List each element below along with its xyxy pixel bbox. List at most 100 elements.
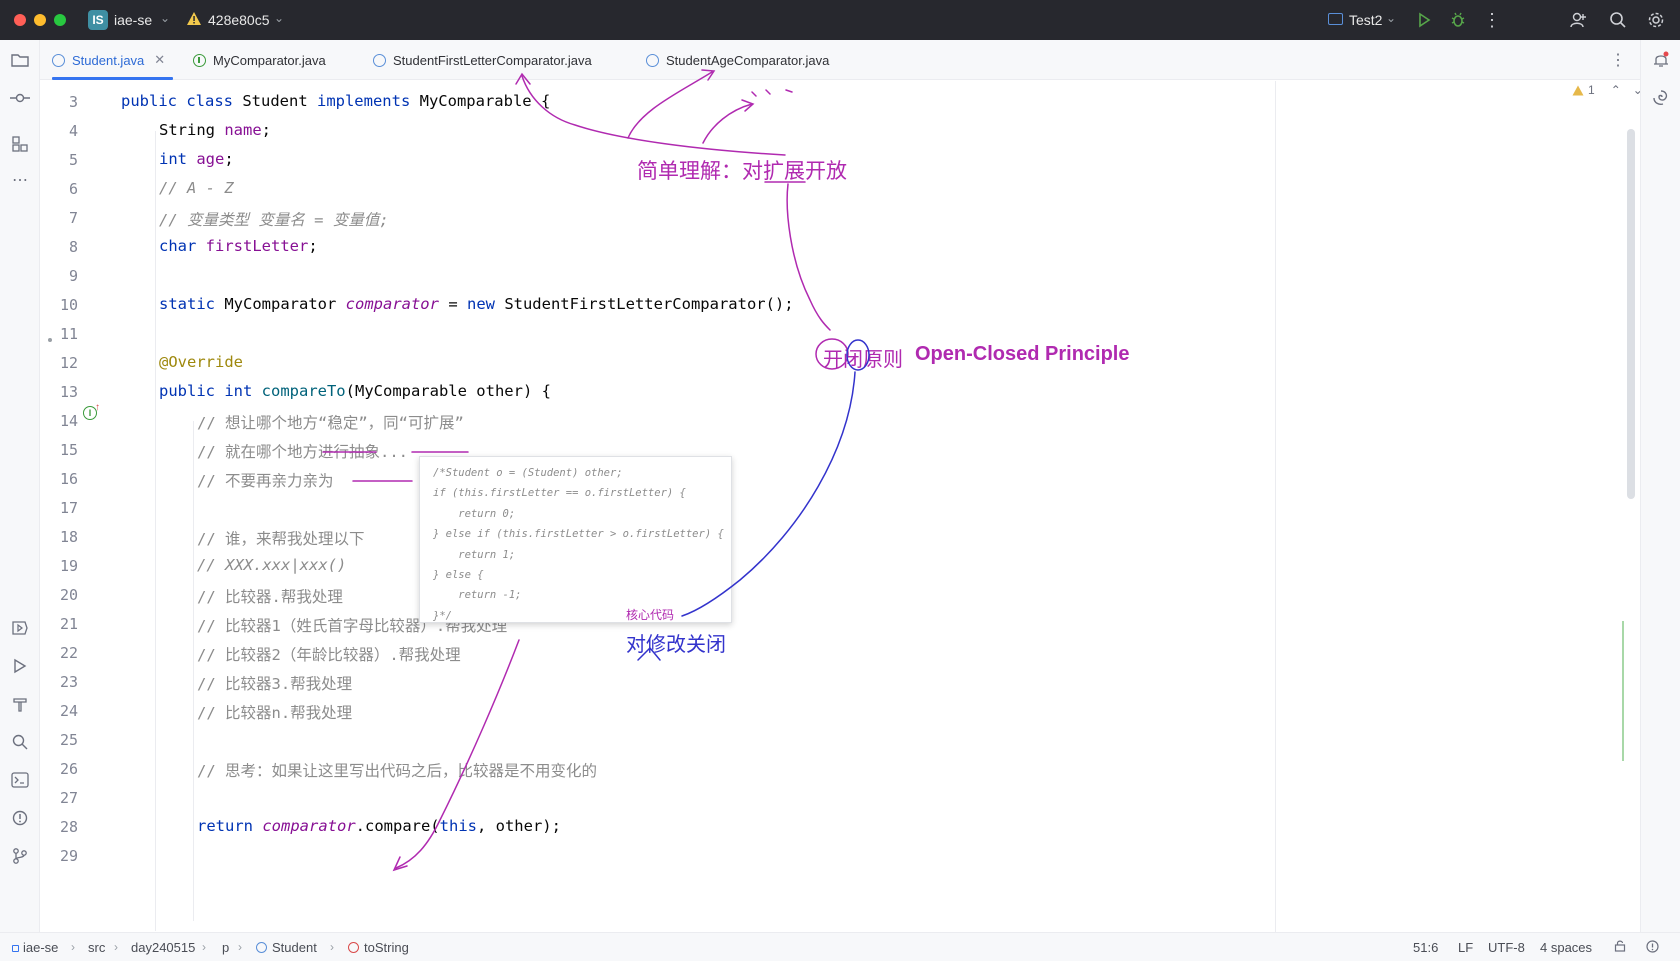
more-tools-icon[interactable]: ⋯	[8, 168, 32, 192]
indent-setting[interactable]: 4 spaces	[1540, 940, 1592, 955]
file-encoding[interactable]: UTF-8	[1488, 940, 1525, 955]
ai-assistant-icon[interactable]	[1649, 86, 1673, 110]
vcs-branch-selector[interactable]: 428e80c5	[208, 12, 270, 28]
breadcrumb-subpackage[interactable]: p	[222, 940, 229, 955]
services-icon[interactable]	[8, 616, 32, 640]
tab-label: StudentFirstLetterComparator.java	[393, 52, 592, 68]
line-number: 19	[59, 557, 78, 575]
project-badge[interactable]: IS	[88, 10, 108, 30]
run-config-icon	[1328, 13, 1343, 25]
project-selector[interactable]: iae-se	[114, 12, 152, 28]
problems-status-icon[interactable]	[1646, 940, 1659, 956]
magnifier-icon	[12, 734, 28, 750]
tab-label: StudentAgeComparator.java	[666, 52, 830, 68]
zoom-window-button[interactable]	[54, 14, 66, 26]
folded-code-line: } else {	[433, 568, 484, 581]
folded-code-line: return -1;	[433, 589, 522, 602]
add-user-icon[interactable]	[1566, 8, 1590, 32]
keyword: static	[159, 295, 225, 313]
tab-studentfirstlettercomparator-java[interactable]: StudentFirstLetterComparator.java	[373, 40, 592, 80]
close-window-button[interactable]	[14, 14, 26, 26]
chevron-down-icon[interactable]: ⌄	[160, 11, 170, 25]
vertical-scrollbar[interactable]	[1627, 129, 1635, 499]
tab-student-java[interactable]: Student.java ✕	[52, 40, 174, 80]
inspection-widget[interactable]: 1 ⌃ ⌄	[1572, 83, 1640, 97]
close-tab-icon[interactable]: ✕	[154, 52, 165, 68]
code-line-22: // 比较器2（年龄比较器）.帮我处理	[197, 646, 461, 664]
folded-code-line: if (this.firstLetter == o.firstLetter) {	[433, 487, 686, 500]
run-tool-icon[interactable]	[8, 654, 32, 678]
tab-mycomparator-java[interactable]: MyComparator.java	[193, 40, 326, 80]
notifications-bell-icon[interactable]	[1649, 48, 1673, 72]
terminal-icon[interactable]	[8, 768, 32, 792]
class-icon	[646, 53, 659, 67]
search-icon[interactable]	[1606, 8, 1630, 32]
warning-icon	[187, 12, 201, 25]
static-field: comparator	[262, 817, 356, 835]
code-line-10: static MyComparator comparator = new Stu…	[159, 295, 794, 313]
commit-icon[interactable]	[8, 86, 32, 110]
arrow-up-icon: ↑	[95, 402, 100, 413]
breadcrumb-project[interactable]: iae-se	[12, 940, 58, 955]
find-search-icon[interactable]	[8, 730, 32, 754]
breadcrumb-class[interactable]: Student	[256, 940, 317, 955]
line-number: 24	[59, 702, 78, 720]
chevron-down-icon[interactable]: ⌄	[274, 11, 284, 25]
line-number: 9	[68, 267, 78, 285]
caret-position[interactable]: 51:6	[1413, 940, 1438, 955]
hammer-icon	[13, 698, 27, 712]
warning-icon	[1572, 85, 1584, 95]
code-line-4: String name;	[159, 121, 271, 139]
code-line-5: int age;	[159, 150, 234, 168]
git-branch-icon[interactable]	[8, 844, 32, 868]
settings-gear-icon[interactable]	[1644, 8, 1668, 32]
previous-highlight-icon[interactable]: ⌃	[1611, 83, 1621, 97]
line-number: 8	[68, 238, 78, 256]
interface-icon	[193, 53, 206, 67]
project-folder-icon[interactable]	[8, 48, 32, 72]
code-line-13: public int compareTo(MyComparable other)…	[159, 382, 551, 400]
run-config-selector[interactable]: Test2	[1349, 12, 1382, 28]
keyword: return	[197, 817, 263, 835]
line-number: 20	[59, 586, 78, 604]
run-button[interactable]	[1412, 8, 1436, 32]
tab-label: MyComparator.java	[213, 52, 326, 68]
debug-button[interactable]	[1446, 8, 1470, 32]
code-line-6: // A - Z	[159, 179, 234, 197]
class-icon	[52, 53, 65, 67]
line-number: 5	[68, 151, 78, 169]
type: char	[159, 237, 206, 255]
line-separator[interactable]: LF	[1458, 940, 1473, 955]
bookmark-dot-icon	[48, 338, 52, 342]
line-number: 16	[59, 470, 78, 488]
next-highlight-icon[interactable]: ⌄	[1633, 83, 1640, 97]
chevron-down-icon[interactable]: ⌄	[1386, 11, 1396, 25]
read-only-lock-icon[interactable]	[1614, 940, 1626, 955]
tab-studentagecomparator-java[interactable]: StudentAgeComparator.java	[646, 40, 829, 80]
breadcrumb-src[interactable]: src	[88, 940, 105, 955]
type: int	[159, 150, 197, 168]
line-number: 15	[59, 441, 78, 459]
more-actions-icon[interactable]: ⋮	[1480, 8, 1504, 32]
method-icon	[348, 942, 359, 953]
line-number: 23	[59, 673, 78, 691]
minimize-window-button[interactable]	[34, 14, 46, 26]
right-tool-window-bar	[1640, 40, 1680, 932]
chevron-right-icon: ›	[202, 940, 206, 954]
class-name: Student	[242, 92, 317, 110]
exclamation-circle-icon	[1646, 940, 1659, 953]
breadcrumb-method[interactable]: toString	[348, 940, 409, 955]
annotation-core-code: 核心代码	[626, 608, 675, 622]
code-line-18: // 谁，来帮我处理以下	[197, 530, 365, 548]
tab-options-icon[interactable]: ⋮	[1610, 50, 1626, 70]
build-hammer-icon[interactable]	[8, 692, 32, 716]
breadcrumb-package[interactable]: day240515	[131, 940, 195, 955]
code-editor[interactable]: 1 ⌃ ⌄ 3 4 5 6 7 8 9 10 11 12 13 14 15 16 17 18 19 20 21 22 2…	[40, 81, 1640, 932]
code-line-28: return comparator.compare(this, other);	[197, 817, 561, 835]
code-line-19: // XXX.xxx|xxx()	[197, 556, 347, 574]
problems-icon[interactable]	[8, 806, 32, 830]
parameters: (MyComparable other) {	[345, 382, 551, 400]
bell-icon	[1654, 51, 1669, 67]
structure-icon[interactable]	[8, 132, 32, 156]
line-number: 21	[59, 615, 78, 633]
